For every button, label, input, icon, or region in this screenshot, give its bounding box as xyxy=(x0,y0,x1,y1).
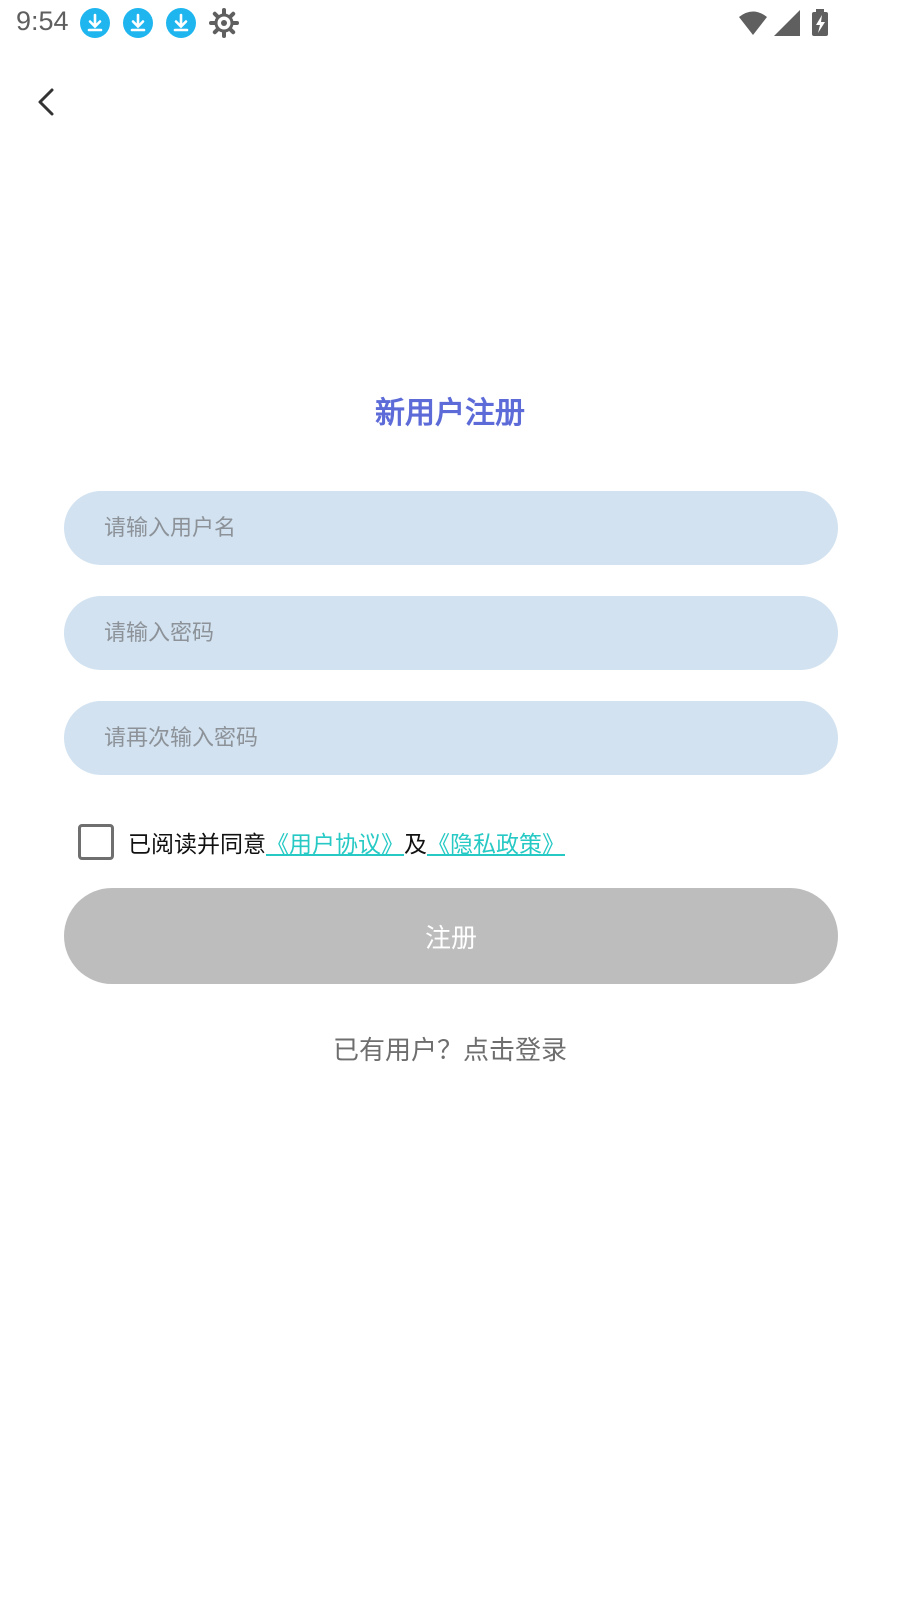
settings-icon xyxy=(209,8,239,38)
register-button-label: 注册 xyxy=(424,923,477,954)
privacy-policy-link[interactable]: 《隐私政策》 xyxy=(427,825,565,859)
agreement-prefix: 已阅读并同意 xyxy=(128,832,266,858)
download-icon xyxy=(123,8,153,38)
download-icon xyxy=(166,8,196,38)
chevron-left-icon[interactable] xyxy=(24,80,68,124)
status-bar: 9:54 xyxy=(0,0,900,48)
username-input[interactable] xyxy=(64,491,838,565)
login-link[interactable]: 已有用户？点击登录 xyxy=(0,1030,900,1067)
download-icon xyxy=(80,8,110,38)
signal-icon xyxy=(774,10,800,36)
confirm-password-input[interactable] xyxy=(64,701,838,775)
page-title: 新用户注册 xyxy=(375,396,525,431)
user-agreement-link[interactable]: 《用户协议》 xyxy=(266,825,404,859)
battery-charging-icon xyxy=(812,9,828,36)
status-time: 9:54 xyxy=(16,6,69,36)
wifi-icon xyxy=(739,11,767,35)
agreement-checkbox[interactable] xyxy=(78,824,114,860)
password-input[interactable] xyxy=(64,596,838,670)
agreement-row: 已阅读并同意 《用户协议》 及 《隐私政策》 xyxy=(78,822,565,862)
register-button[interactable]: 注册 xyxy=(64,888,838,984)
agreement-conjunction: 及 xyxy=(404,832,427,858)
